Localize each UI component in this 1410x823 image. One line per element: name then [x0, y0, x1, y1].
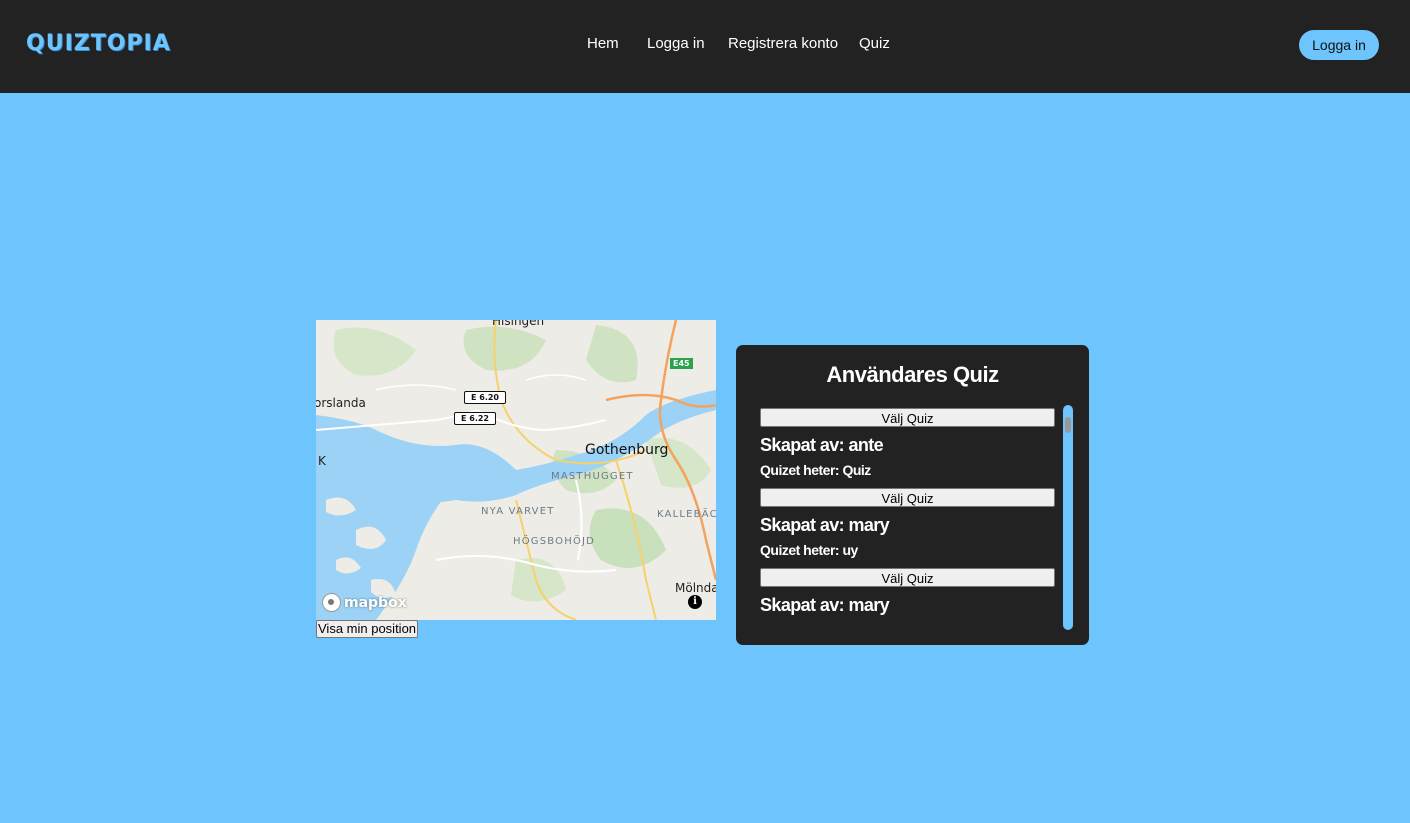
quiz-list[interactable]: Välj Quiz Skapat av: ante Quizet heter: …	[760, 408, 1060, 628]
nav-links: Hem Logga in Registrera konto Quiz	[0, 35, 1410, 57]
choose-quiz-button[interactable]: Välj Quiz	[760, 568, 1055, 587]
map-label-place-2: Mölnda	[675, 581, 716, 595]
quiz-creator: Skapat av: mary	[760, 595, 890, 615]
quiz-name: Quizet heter: Quiz	[760, 462, 871, 478]
quiz-list-scrollbar[interactable]	[1063, 405, 1073, 630]
map-label-city: Gothenburg	[585, 442, 669, 458]
mapbox-logo[interactable]: mapbox	[322, 593, 407, 612]
quiz-name	[760, 621, 1060, 628]
show-position-button[interactable]: Visa min position	[316, 620, 419, 638]
map-tiles	[316, 320, 716, 620]
choose-quiz-button[interactable]: Välj Quiz	[760, 488, 1055, 507]
list-item: Välj Quiz Skapat av: mary	[760, 568, 1060, 628]
list-item: Välj Quiz Skapat av: ante Quizet heter: …	[760, 408, 1060, 479]
map-label-district-3: HÖGSBOHÖJD	[513, 536, 596, 547]
nav-link-registrera-konto[interactable]: Registrera konto	[728, 35, 838, 52]
nav-link-logga-in[interactable]: Logga in	[647, 35, 705, 52]
scrollbar-thumb[interactable]	[1065, 417, 1071, 433]
panel-title: Användares Quiz	[826, 362, 999, 387]
mapbox-mark-icon	[322, 593, 341, 612]
list-item: Välj Quiz Skapat av: mary Quizet heter: …	[760, 488, 1060, 559]
login-button[interactable]: Logga in	[1299, 30, 1379, 60]
quiz-creator: Skapat av: mary	[760, 515, 890, 535]
map-label-district-4: KALLEBÄC	[657, 509, 716, 520]
map-label-district-2: NYA VARVET	[481, 506, 555, 517]
user-quiz-panel: Användares Quiz Välj Quiz Skapat av: ant…	[736, 345, 1089, 645]
mapbox-wordmark: mapbox	[344, 594, 407, 611]
map-label-place-3: Hisingen	[492, 320, 545, 328]
map-view[interactable]: Hisingen orslanda K Gothenburg MASTHUGGE…	[316, 320, 716, 620]
quiz-name: Quizet heter: uy	[760, 542, 858, 558]
navbar: QUIZTOPIA Hem Logga in Registrera konto …	[0, 0, 1410, 93]
road-shield-e45: E45	[670, 358, 693, 369]
map-label-place-4: K	[318, 454, 326, 468]
nav-link-hem[interactable]: Hem	[587, 35, 619, 52]
map-label-district-1: MASTHUGGET	[551, 471, 634, 482]
nav-link-quiz[interactable]: Quiz	[859, 35, 890, 52]
quiz-creator: Skapat av: ante	[760, 435, 884, 455]
info-icon[interactable]: i	[688, 595, 702, 609]
road-shield-e622: E 6.22	[454, 412, 496, 425]
map-label-place-1: orslanda	[316, 396, 366, 410]
choose-quiz-button[interactable]: Välj Quiz	[760, 408, 1055, 427]
road-shield-e620: E 6.20	[464, 391, 506, 404]
